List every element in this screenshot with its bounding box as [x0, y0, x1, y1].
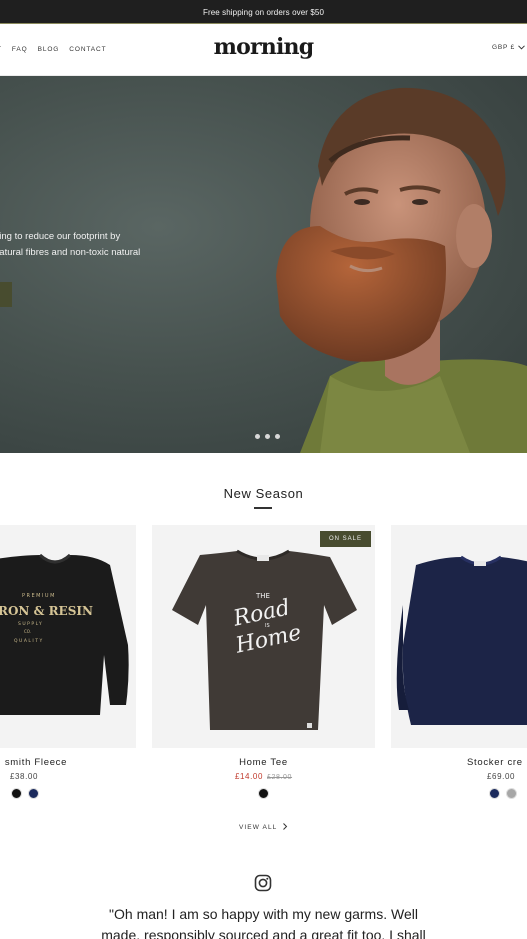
- product-name-home-tee[interactable]: Home Tee: [152, 757, 375, 768]
- product-name-stocker[interactable]: Stocker cre: [467, 757, 527, 768]
- sweater-image: [396, 555, 527, 725]
- hero-text: hing to reduce our footprint by natural …: [0, 229, 140, 261]
- tee-image: THE Road IS Home: [172, 549, 357, 730]
- compare-price: £28.00: [267, 774, 293, 781]
- fleece-print-bottom: QUALITY: [14, 638, 44, 644]
- product-price-stocker: £69.00: [487, 772, 516, 781]
- testimonial-quote: "Oh man! I am so happy with my new garms…: [0, 904, 527, 939]
- currency-selector[interactable]: GBP £: [492, 44, 525, 51]
- view-all-link[interactable]: VIEW ALL: [0, 823, 527, 831]
- product-price-home-tee: £14.00 £28.00: [152, 772, 375, 781]
- brand-logo[interactable]: morning: [0, 34, 527, 60]
- quote-line-2: made, responsibly sourced and a great fi…: [101, 927, 426, 939]
- swatches-stocker: [489, 788, 517, 799]
- view-all-label: VIEW ALL: [238, 824, 278, 831]
- slideshow-dots: [255, 434, 280, 439]
- product-name-fleece[interactable]: smith Fleece: [0, 757, 72, 768]
- announcement-text: Free shipping on orders over $50: [202, 7, 325, 17]
- slide-dot-2[interactable]: [265, 434, 270, 439]
- fleece-print-main: RON & RESIN: [0, 604, 93, 618]
- fleece-image: PREMIUM RON & RESIN SUPPLY CO. QUALITY: [0, 553, 129, 715]
- site-header: T FAQ BLOG CONTACT morning GBP £: [0, 24, 527, 76]
- swatch-navy[interactable]: [28, 788, 39, 799]
- hero-slideshow: hing to reduce our footprint by natural …: [0, 76, 527, 453]
- sale-price: £14.00: [234, 772, 264, 781]
- fleece-print-top: PREMIUM: [22, 593, 56, 599]
- slide-dot-1[interactable]: [255, 434, 260, 439]
- chevron-right-icon: [283, 823, 288, 830]
- chevron-down-icon: [518, 45, 525, 50]
- currency-label: GBP £: [491, 44, 515, 51]
- hero-text-line-1: hing to reduce our footprint by: [0, 231, 121, 242]
- hero-image: [276, 87, 527, 453]
- swatches-fleece: [11, 788, 39, 799]
- swatch-black[interactable]: [11, 788, 22, 799]
- fleece-print-co: CO.: [24, 629, 31, 634]
- product-price-fleece: £38.00: [9, 772, 39, 781]
- swatches-home-tee: [258, 788, 269, 799]
- swatch-black[interactable]: [258, 788, 269, 799]
- instagram-icon[interactable]: [254, 874, 272, 892]
- section-title: New Season: [223, 486, 304, 501]
- swatch-grey[interactable]: [506, 788, 517, 799]
- slide-dot-3[interactable]: [275, 434, 280, 439]
- fleece-print-sub: SUPPLY: [18, 621, 43, 627]
- hero-text-line-2: natural fibres and non-toxic natural: [0, 247, 141, 258]
- product-image-home-tee[interactable]: THE Road IS Home ON SALE: [152, 525, 375, 748]
- swatch-navy[interactable]: [489, 788, 500, 799]
- product-image-fleece[interactable]: PREMIUM RON & RESIN SUPPLY CO. QUALITY: [0, 525, 136, 748]
- title-divider: [254, 507, 272, 509]
- hero-cta-button[interactable]: [0, 282, 12, 307]
- product-image-stocker[interactable]: [391, 525, 527, 748]
- announcement-bar: Free shipping on orders over $50: [0, 0, 527, 24]
- quote-line-1: "Oh man! I am so happy with my new garms…: [109, 906, 418, 922]
- sale-badge: ON SALE: [319, 531, 371, 547]
